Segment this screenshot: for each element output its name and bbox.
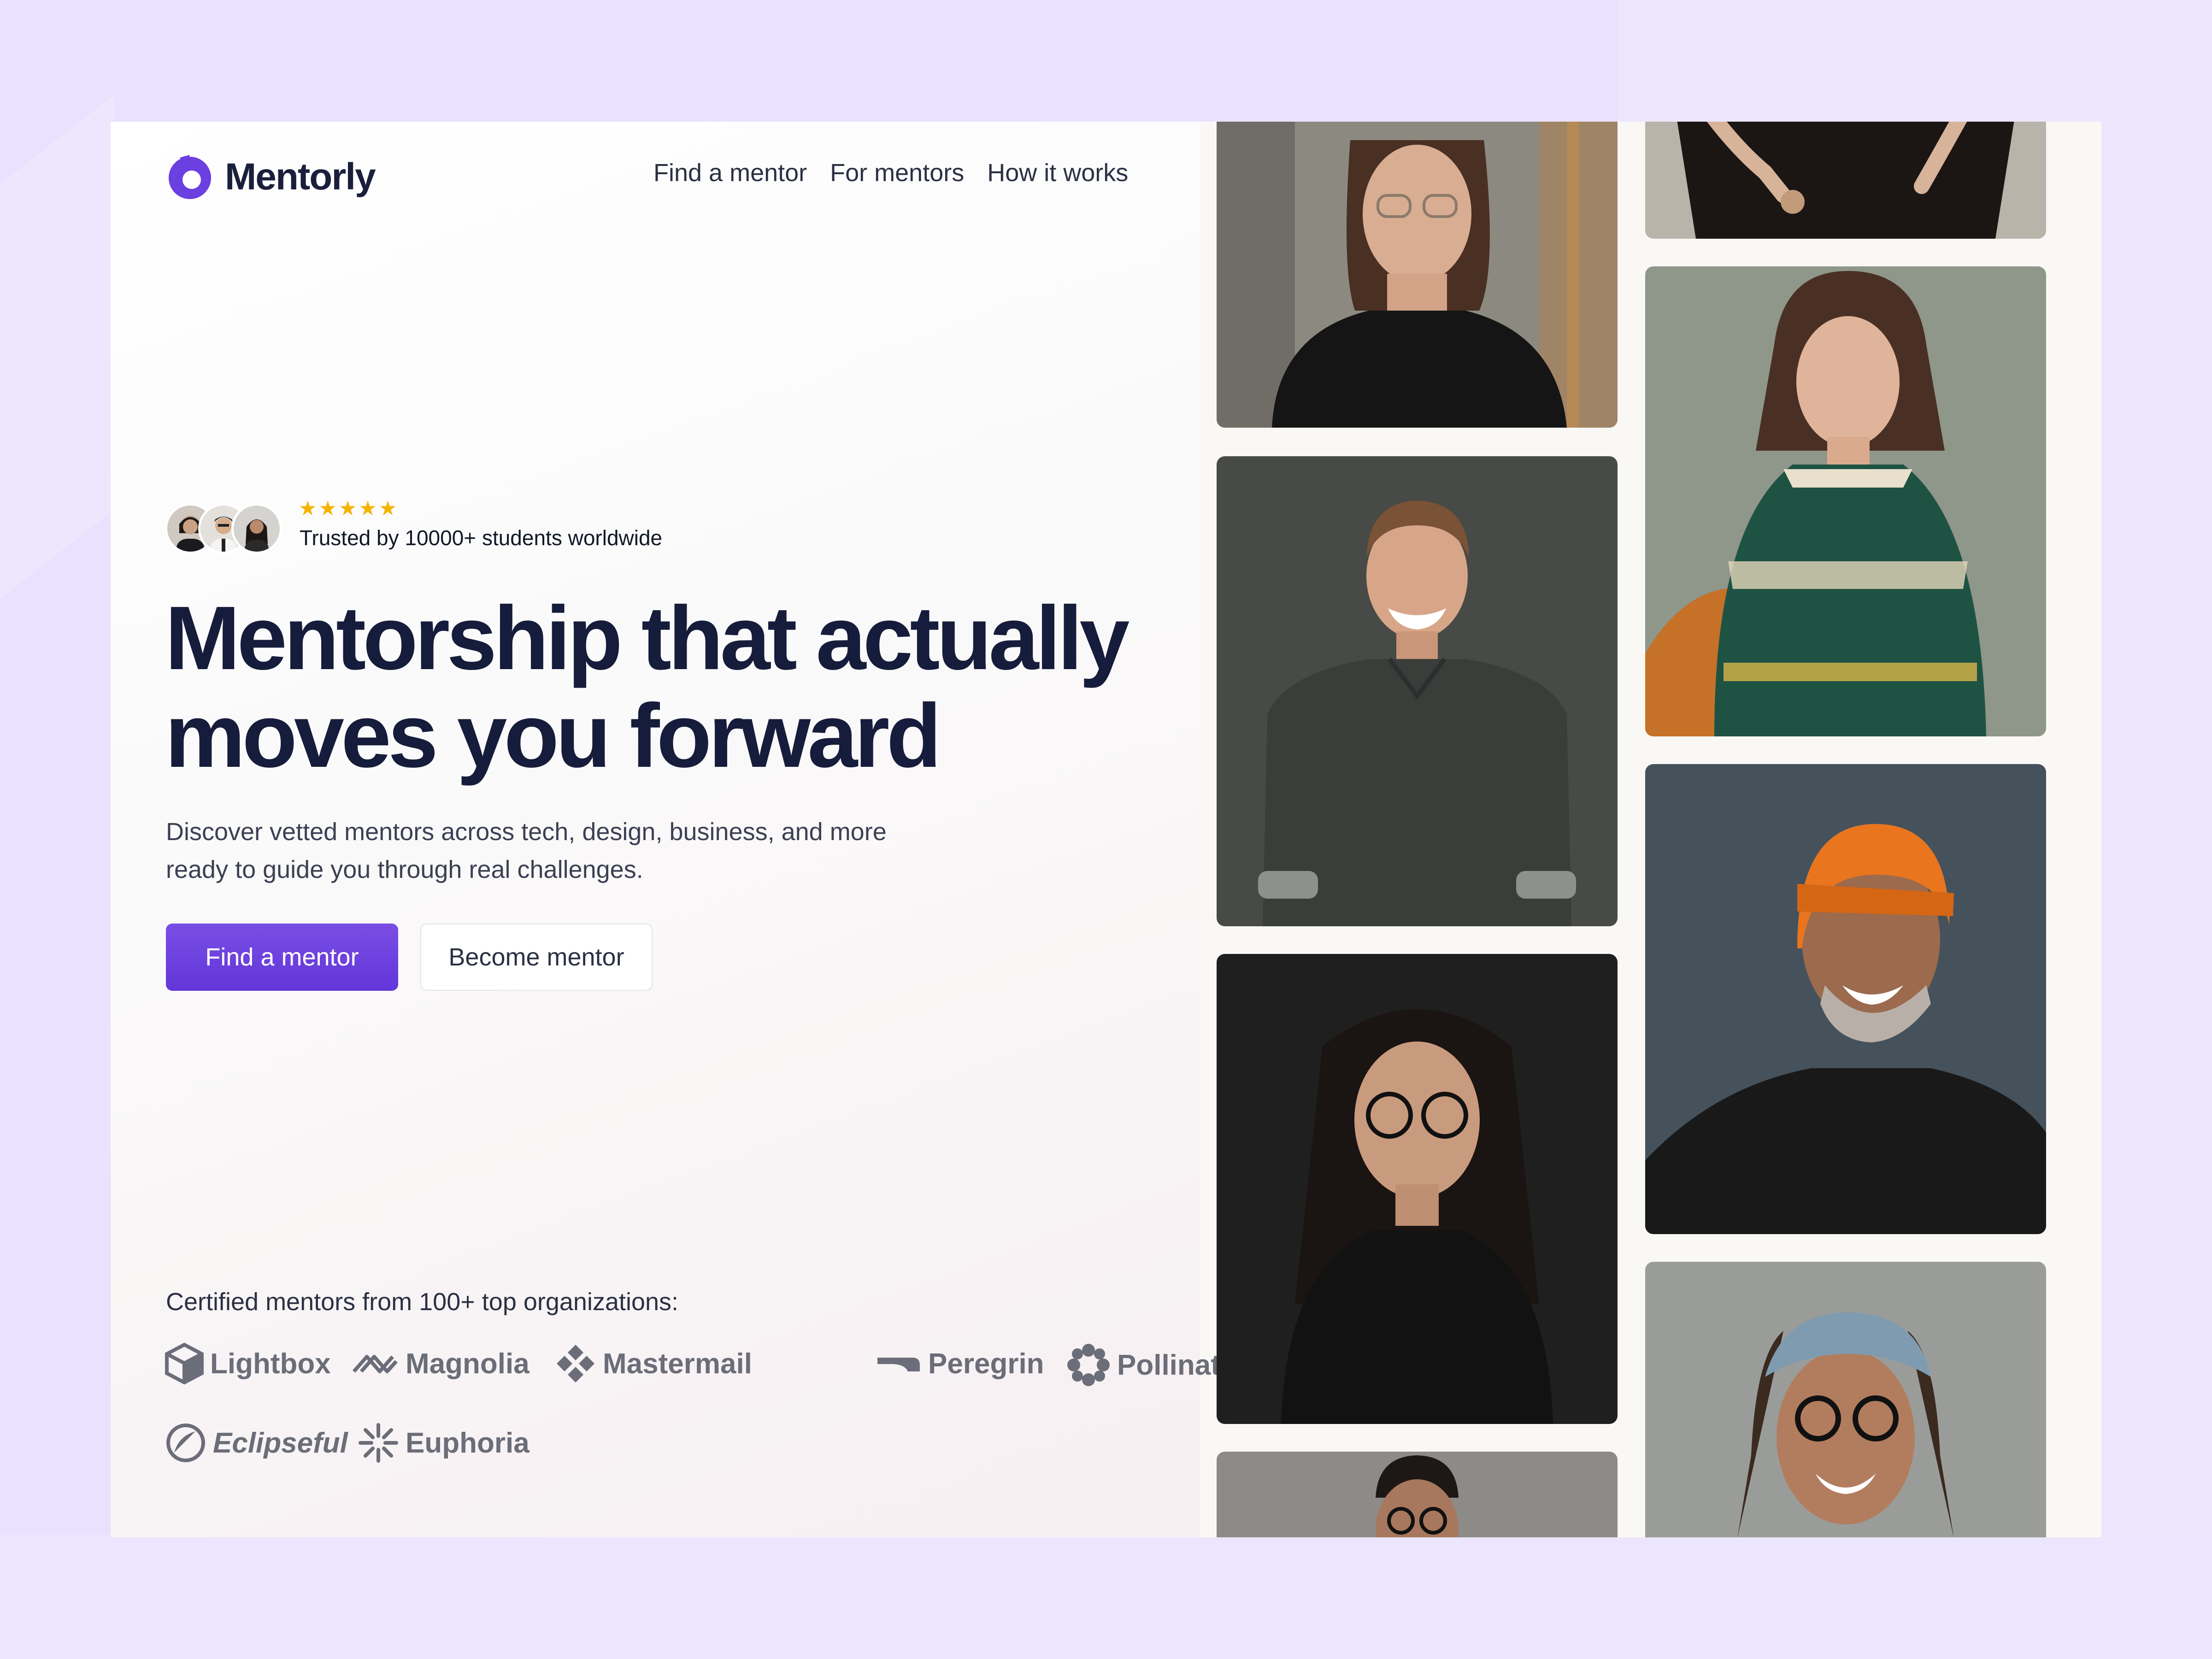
become-mentor-button[interactable]: Become mentor xyxy=(420,924,653,991)
brand-logo[interactable]: Mentorly xyxy=(166,153,376,201)
find-mentor-button[interactable]: Find a mentor xyxy=(166,924,398,991)
headline-line-2: moves you forward xyxy=(165,685,941,786)
organizations-caption: Certified mentors from 100+ top organiza… xyxy=(166,1288,679,1316)
mentor-photo-man-dark-shirt[interactable] xyxy=(1217,456,1618,926)
star-icon: ★ xyxy=(318,497,337,520)
org-name: Lightbox xyxy=(210,1347,331,1380)
subtitle-line-2: ready to guide you through real challeng… xyxy=(166,856,643,883)
org-name: Mastermail xyxy=(603,1347,752,1380)
eclipse-icon xyxy=(166,1424,205,1462)
diamond-grid-icon xyxy=(557,1345,594,1382)
org-logo-euphoria: Euphoria xyxy=(358,1422,529,1464)
background-strip xyxy=(0,1535,2212,1659)
nav-for-mentors[interactable]: For mentors xyxy=(830,159,964,187)
background-shape xyxy=(0,94,115,671)
org-name: Eclipseful xyxy=(213,1427,348,1459)
star-icon: ★ xyxy=(359,497,377,520)
trust-text: Trusted by 10000+ students worldwide xyxy=(300,526,663,550)
brand-name: Mentorly xyxy=(225,156,376,198)
mentor-photo-man-glasses[interactable] xyxy=(1217,1452,1618,1537)
org-logo-pollinate: Pollinate xyxy=(1066,1343,1236,1387)
mentor-photo-woman-green-sweater[interactable] xyxy=(1645,266,2046,736)
star-icon: ★ xyxy=(299,497,317,520)
nav-find-mentor[interactable]: Find a mentor xyxy=(653,159,807,187)
org-logo-eclipseful: Eclipseful xyxy=(165,1422,348,1464)
org-name: Magnolia xyxy=(406,1347,529,1380)
org-logo-magnolia: Magnolia xyxy=(351,1343,529,1384)
org-logo-peregrin: Peregrin xyxy=(876,1343,1044,1384)
org-name: Euphoria xyxy=(406,1427,529,1459)
mentor-photo-woman-glasses-long-hair[interactable] xyxy=(1217,954,1618,1424)
cube-icon xyxy=(165,1343,204,1384)
logo-icon xyxy=(166,153,214,201)
avatar xyxy=(231,503,282,554)
org-logo-mastermail: Mastermail xyxy=(555,1343,752,1384)
org-name: Peregrin xyxy=(928,1347,1044,1380)
org-logo-lightbox: Lightbox xyxy=(165,1343,331,1384)
wing-icon xyxy=(877,1358,920,1371)
sparkle-icon xyxy=(359,1423,398,1463)
student-avatars xyxy=(165,503,282,554)
landing-page-frame: Mentorly Find a mentor For mentors How i… xyxy=(111,122,2101,1537)
flower-dots-icon xyxy=(1067,1344,1110,1386)
subtitle-line-1: Discover vetted mentors across tech, des… xyxy=(166,818,887,846)
headline-line-1: Mentorship that actually xyxy=(165,588,1130,688)
infinity-loop-icon xyxy=(352,1355,398,1373)
rating-stars: ★ ★ ★ ★ ★ xyxy=(299,499,397,519)
mentor-photo-man-orange-beanie[interactable] xyxy=(1645,764,2046,1234)
hero-subtitle: Discover vetted mentors across tech, des… xyxy=(166,813,995,888)
star-icon: ★ xyxy=(378,497,397,520)
star-icon: ★ xyxy=(338,497,357,520)
hero-headline: Mentorship that actually moves you forwa… xyxy=(165,589,1179,785)
mentor-photo-woman-glasses-curly[interactable] xyxy=(1217,122,1618,428)
mentor-photo-person-black-top[interactable] xyxy=(1645,122,2046,239)
main-nav: Find a mentor For mentors How it works xyxy=(653,159,1128,187)
mentor-photo-man-cap-glasses[interactable] xyxy=(1645,1262,2046,1537)
nav-how-it-works[interactable]: How it works xyxy=(987,159,1128,187)
